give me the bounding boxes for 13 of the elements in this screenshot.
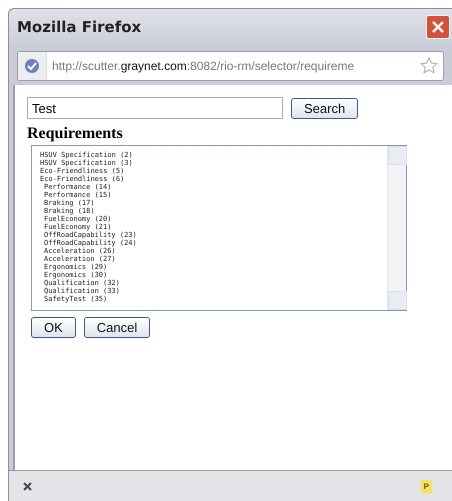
star-icon[interactable] [419, 56, 439, 76]
dialog-button[interactable]: Cancel [84, 317, 150, 338]
requirements-list[interactable] [31, 145, 407, 311]
address-bar[interactable]: http://scutter.graynet.com:8082/rio-rm/selector/requireme [17, 51, 444, 81]
close-icon[interactable] [23, 482, 32, 491]
status-badge[interactable]: P [420, 480, 432, 493]
section-heading: Requirements [27, 125, 124, 143]
search-button[interactable]: Search [291, 98, 358, 118]
dialog-button[interactable]: OK [31, 317, 76, 338]
search-field[interactable]: Test [27, 97, 283, 119]
close-icon [431, 20, 445, 34]
window-title: Mozilla Firefox [17, 18, 142, 36]
close-button[interactable] [426, 15, 450, 39]
